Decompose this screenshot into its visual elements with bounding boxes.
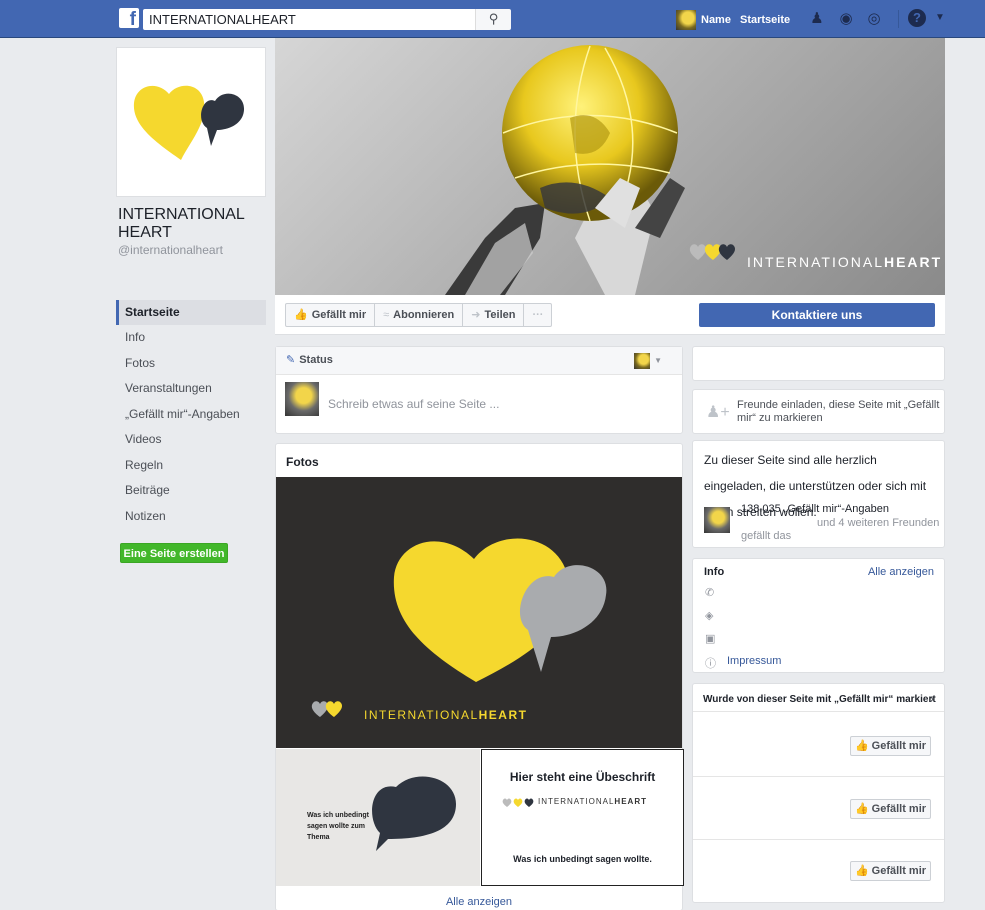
globe-icon: ◈ — [705, 610, 714, 622]
sidebar-item-notizen[interactable]: Notizen — [116, 504, 266, 530]
invite-friends-card[interactable]: ♟+ Freunde einladen, diese Seite mit „Ge… — [692, 389, 945, 434]
chevron-down-icon[interactable]: ▼ — [654, 347, 662, 374]
photos-title[interactable]: Fotos — [276, 444, 682, 476]
sidebar-item-beitraege[interactable]: Beiträge — [116, 478, 266, 504]
invite-friends-text[interactable]: Freunde einladen, diese Seite mit „Gefäl… — [737, 399, 941, 425]
account-menu-chevron-down-icon[interactable]: ▼ — [935, 12, 945, 23]
cover-brand-wordmark: INTERNATIONALHEART — [747, 254, 943, 270]
phone-icon: ✆ — [705, 587, 715, 599]
page-action-buttons: 👍 Gefällt mir ≈ Abonnieren ➜ Teilen ··· — [285, 303, 553, 327]
like-page-button[interactable]: 👍 Gefällt mir — [286, 304, 376, 326]
composer-tab-status[interactable]: ✎ Status ▼ — [276, 347, 682, 375]
profile-name-link[interactable]: Name — [701, 14, 731, 26]
thumbs-up-icon: 👍 — [294, 309, 308, 321]
photo-subline: Was ich unbedingt sagen wollte. — [513, 854, 652, 864]
like-page-button[interactable]: 👍 Gefällt mir — [850, 736, 931, 756]
avatar[interactable] — [704, 507, 730, 533]
page-title: INTERNATIONAL HEART — [118, 206, 245, 241]
help-icon[interactable]: ? — [908, 9, 926, 27]
avatar[interactable] — [676, 10, 696, 30]
subscribe-button[interactable]: ≈ Abonnieren — [375, 304, 464, 326]
rss-icon: ≈ — [383, 309, 390, 321]
info-title: Info — [704, 566, 725, 578]
likes-count[interactable]: 138.035 „Gefällt mir“-Angaben — [741, 503, 889, 515]
thumbs-up-icon: 👍 — [854, 803, 869, 815]
like-page-button[interactable]: 👍 Gefällt mir — [850, 799, 931, 819]
contact-us-button[interactable]: Kontaktiere uns — [699, 303, 935, 327]
sidebar-item-videos[interactable]: Videos — [116, 427, 266, 453]
search-icon: ⚲ — [488, 11, 499, 26]
home-link[interactable]: Startseite — [740, 14, 790, 26]
like-page-button[interactable]: 👍 Gefällt mir — [850, 861, 931, 881]
share-button[interactable]: ➜ Teilen — [463, 304, 525, 326]
heart-logo-icon — [133, 85, 245, 160]
likes-this-text: gefällt das — [741, 530, 792, 542]
right-empty-card — [692, 346, 945, 381]
create-page-button[interactable]: Eine Seite erstellen — [120, 543, 228, 563]
profile-picture[interactable] — [116, 47, 266, 197]
photo-thumbnail[interactable]: Hier steht eine Übeschrift INTERNATIONAL… — [481, 749, 684, 886]
chevron-right-icon[interactable]: › — [929, 690, 934, 706]
friend-requests-icon[interactable]: ♟ — [808, 10, 826, 28]
search-button[interactable]: ⚲ — [475, 9, 511, 30]
hearts-logo-icon — [502, 798, 534, 807]
divider — [693, 711, 944, 712]
divider — [693, 776, 944, 777]
sidebar-item-veranstaltungen[interactable]: Veranstaltungen — [116, 376, 266, 402]
notifications-icon[interactable]: ◎ — [865, 10, 883, 28]
about-card: Zu dieser Seite sind alle herzlich einge… — [692, 440, 945, 548]
more-button[interactable]: ··· — [524, 304, 551, 326]
photo-thumbnail[interactable]: Was ich unbedingt sagen wollte zum Thema — [276, 749, 480, 886]
sidebar-item-gefaellt-mir-angaben[interactable]: „Gefällt mir“-Angaben — [116, 402, 266, 428]
page-handle[interactable]: @internationalheart — [118, 243, 223, 257]
friends-like-text[interactable]: und 4 weiteren Freunden — [817, 517, 939, 529]
info-card: Info Alle anzeigen ✆ ◈ ▣ ⓘ Impressum — [692, 558, 945, 673]
avatar — [285, 382, 319, 416]
topbar-divider — [898, 10, 899, 28]
pencil-icon: ✎ — [286, 354, 296, 366]
photos-section: Fotos INTERNATIONALHEART Was ich unbedin… — [275, 443, 684, 910]
photo-brand-wordmark: INTERNATIONALHEART — [364, 708, 528, 722]
thumbs-up-icon: 👍 — [854, 865, 869, 877]
sidebar-nav: Startseite Info Fotos Veranstaltungen „G… — [116, 300, 266, 529]
liked-pages-card: Wurde von dieser Seite mit „Gefällt mir“… — [692, 683, 945, 903]
sidebar-item-regeln[interactable]: Regeln — [116, 453, 266, 479]
mailbox-icon: ▣ — [705, 633, 716, 645]
share-arrow-icon: ➜ — [471, 309, 481, 321]
photos-see-all-link[interactable]: Alle anzeigen — [276, 896, 682, 908]
sidebar-item-info[interactable]: Info — [116, 325, 266, 351]
liked-pages-title[interactable]: Wurde von dieser Seite mit „Gefällt mir“… — [703, 694, 936, 705]
messages-icon[interactable]: ◉ — [837, 10, 855, 28]
sidebar-item-startseite[interactable]: Startseite — [116, 300, 266, 325]
info-icon: ⓘ — [705, 658, 716, 670]
photo-main[interactable]: INTERNATIONALHEART — [276, 477, 682, 748]
composer-input[interactable]: Schreib etwas auf seine Seite ... — [328, 397, 499, 411]
info-see-all-link[interactable]: Alle anzeigen — [868, 566, 934, 578]
photo-brand-wordmark: INTERNATIONALHEART — [538, 797, 647, 806]
photo-caption: Was ich unbedingt sagen wollte zum Thema — [307, 812, 369, 841]
sidebar-item-fotos[interactable]: Fotos — [116, 351, 266, 377]
search-input[interactable]: INTERNATIONALHEART — [143, 9, 475, 30]
divider — [693, 839, 944, 840]
avatar[interactable] — [634, 353, 650, 369]
add-friend-icon: ♟+ — [706, 404, 730, 421]
facebook-logo-icon[interactable]: f — [119, 8, 139, 28]
photo-headline: Hier steht eine Übeschrift — [509, 770, 656, 784]
status-composer: ✎ Status ▼ Schreib etwas auf seine Seite … — [275, 346, 683, 434]
impressum-link[interactable]: Impressum — [727, 655, 781, 667]
thumbs-up-icon: 👍 — [854, 740, 869, 752]
